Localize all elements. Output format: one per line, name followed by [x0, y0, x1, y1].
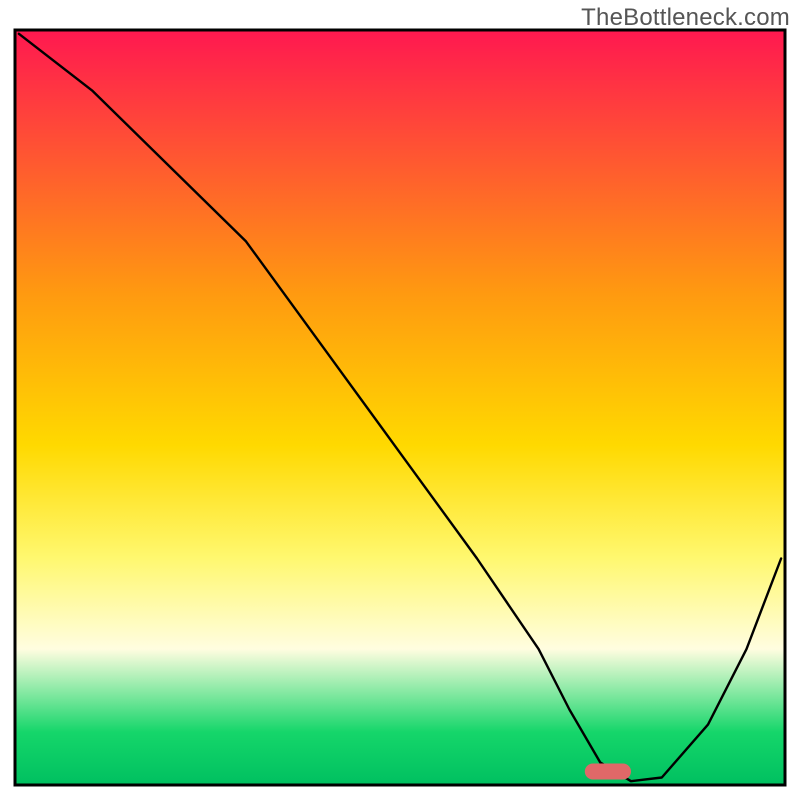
chart-svg	[0, 0, 800, 800]
chart-background-gradient	[15, 30, 785, 785]
chart-container: TheBottleneck.com	[0, 0, 800, 800]
watermark-text: TheBottleneck.com	[581, 4, 790, 32]
chart-marker	[585, 764, 631, 780]
